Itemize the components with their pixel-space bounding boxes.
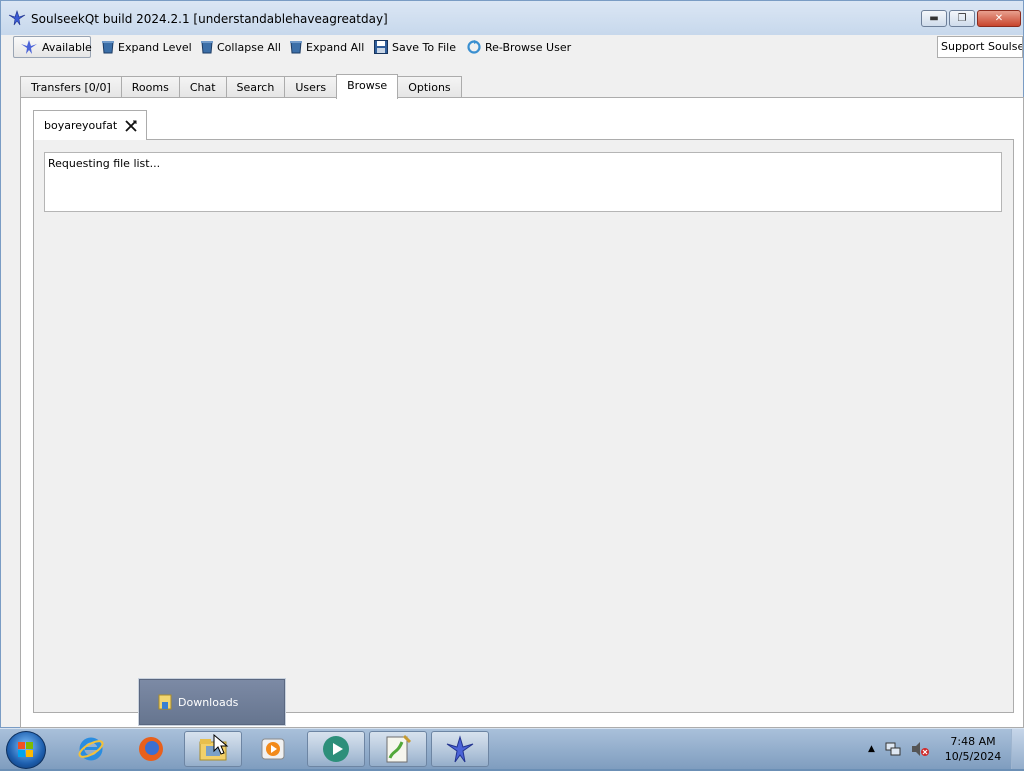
- support-soulseek-button[interactable]: Support Soulseek: [937, 36, 1023, 58]
- close-button[interactable]: ✕: [977, 10, 1021, 27]
- taskbar-media-center[interactable]: [307, 731, 365, 767]
- rebrowse-user-label: Re-Browse User: [485, 40, 572, 54]
- status-label: Available: [42, 40, 92, 54]
- bucket-icon: [102, 41, 114, 54]
- browse-panel: boyareyoufat Requesting file list...: [20, 97, 1024, 728]
- expand-all-label: Expand All: [306, 40, 365, 54]
- file-list-status: Requesting file list...: [44, 152, 1002, 212]
- media-center-icon: [323, 736, 349, 762]
- clock[interactable]: 7:48 AM 10/5/2024: [940, 734, 1006, 764]
- expand-all-button[interactable]: Expand All: [290, 36, 364, 58]
- collapse-all-label: Collapse All: [217, 40, 281, 54]
- window-title: SoulseekQt build 2024.2.1 [understandabl…: [31, 12, 388, 26]
- taskbar: ▲ 7:48 AM 10/5/2024: [0, 728, 1024, 769]
- user-browse-tab-label: boyareyoufat: [44, 119, 118, 132]
- soulseek-bird-icon: [8, 10, 26, 26]
- show-hidden-icons-button[interactable]: ▲: [868, 744, 875, 754]
- taskbar-notepad-plus-plus[interactable]: [369, 731, 427, 767]
- browse-content: Requesting file list...: [33, 139, 1014, 713]
- floppy-disk-icon: [374, 40, 388, 54]
- jumplist-popup: Downloads: [138, 678, 286, 726]
- notepad-icon: [386, 734, 412, 763]
- tab-users[interactable]: Users: [284, 76, 338, 99]
- windows-logo-icon: [18, 742, 33, 757]
- taskbar-internet-explorer[interactable]: [62, 731, 120, 767]
- internet-explorer-icon: [78, 737, 104, 761]
- soulseek-bird-icon: [21, 40, 37, 54]
- close-icon: ✕: [994, 13, 1004, 24]
- status-text: Requesting file list...: [48, 157, 161, 170]
- taskbar-soulseek[interactable]: [431, 731, 489, 767]
- clock-date: 10/5/2024: [944, 750, 1002, 763]
- minimize-icon: ▬: [929, 13, 939, 24]
- user-browse-tab[interactable]: boyareyoufat: [33, 110, 147, 140]
- maximize-icon: ❐: [957, 13, 967, 24]
- status-button[interactable]: Available: [13, 36, 92, 58]
- tab-transfers[interactable]: Transfers [0/0]: [20, 76, 122, 99]
- taskbar-firefox[interactable]: [122, 731, 180, 767]
- soulseek-window: SoulseekQt build 2024.2.1 [understandabl…: [0, 0, 1024, 728]
- tab-options[interactable]: Options: [397, 76, 462, 99]
- tab-chat[interactable]: Chat: [178, 76, 227, 99]
- volume-muted-icon[interactable]: [911, 741, 929, 757]
- close-tab-icon[interactable]: [125, 119, 137, 132]
- rebrowse-user-button[interactable]: Re-Browse User: [467, 36, 571, 58]
- main-tabs: Transfers [0/0] Rooms Chat Search Users …: [20, 74, 462, 99]
- clock-time: 7:48 AM: [950, 735, 996, 748]
- firefox-icon: [139, 737, 163, 761]
- bucket-icon: [201, 41, 213, 54]
- taskbar-media-player[interactable]: [244, 731, 302, 767]
- system-tray: ▲: [868, 729, 929, 769]
- jumplist-item-label: Downloads: [178, 695, 239, 709]
- minimize-button[interactable]: ▬: [921, 10, 947, 27]
- jumplist-item-downloads[interactable]: Downloads: [140, 680, 284, 724]
- media-player-icon: [261, 738, 285, 760]
- folder-icon: [158, 694, 172, 710]
- soulseek-bird-icon: [446, 735, 474, 763]
- title-bar[interactable]: SoulseekQt build 2024.2.1 [understandabl…: [1, 1, 1023, 35]
- expand-level-label: Expand Level: [118, 40, 192, 54]
- mouse-cursor-icon: [213, 734, 229, 755]
- refresh-icon: [467, 40, 481, 54]
- expand-level-button[interactable]: Expand Level: [102, 36, 192, 58]
- tab-search[interactable]: Search: [225, 76, 286, 99]
- save-to-file-button[interactable]: Save To File: [374, 36, 456, 58]
- toolbar: Available Expand Level Collapse All Expa…: [1, 35, 1023, 61]
- bucket-icon: [290, 41, 302, 54]
- start-button[interactable]: [6, 731, 46, 769]
- tab-browse[interactable]: Browse: [336, 74, 399, 99]
- maximize-button[interactable]: ❐: [949, 10, 975, 27]
- show-desktop-button[interactable]: [1011, 729, 1024, 769]
- save-to-file-label: Save To File: [392, 40, 456, 54]
- collapse-all-button[interactable]: Collapse All: [201, 36, 281, 58]
- tab-rooms[interactable]: Rooms: [120, 76, 180, 99]
- network-icon[interactable]: [885, 741, 901, 757]
